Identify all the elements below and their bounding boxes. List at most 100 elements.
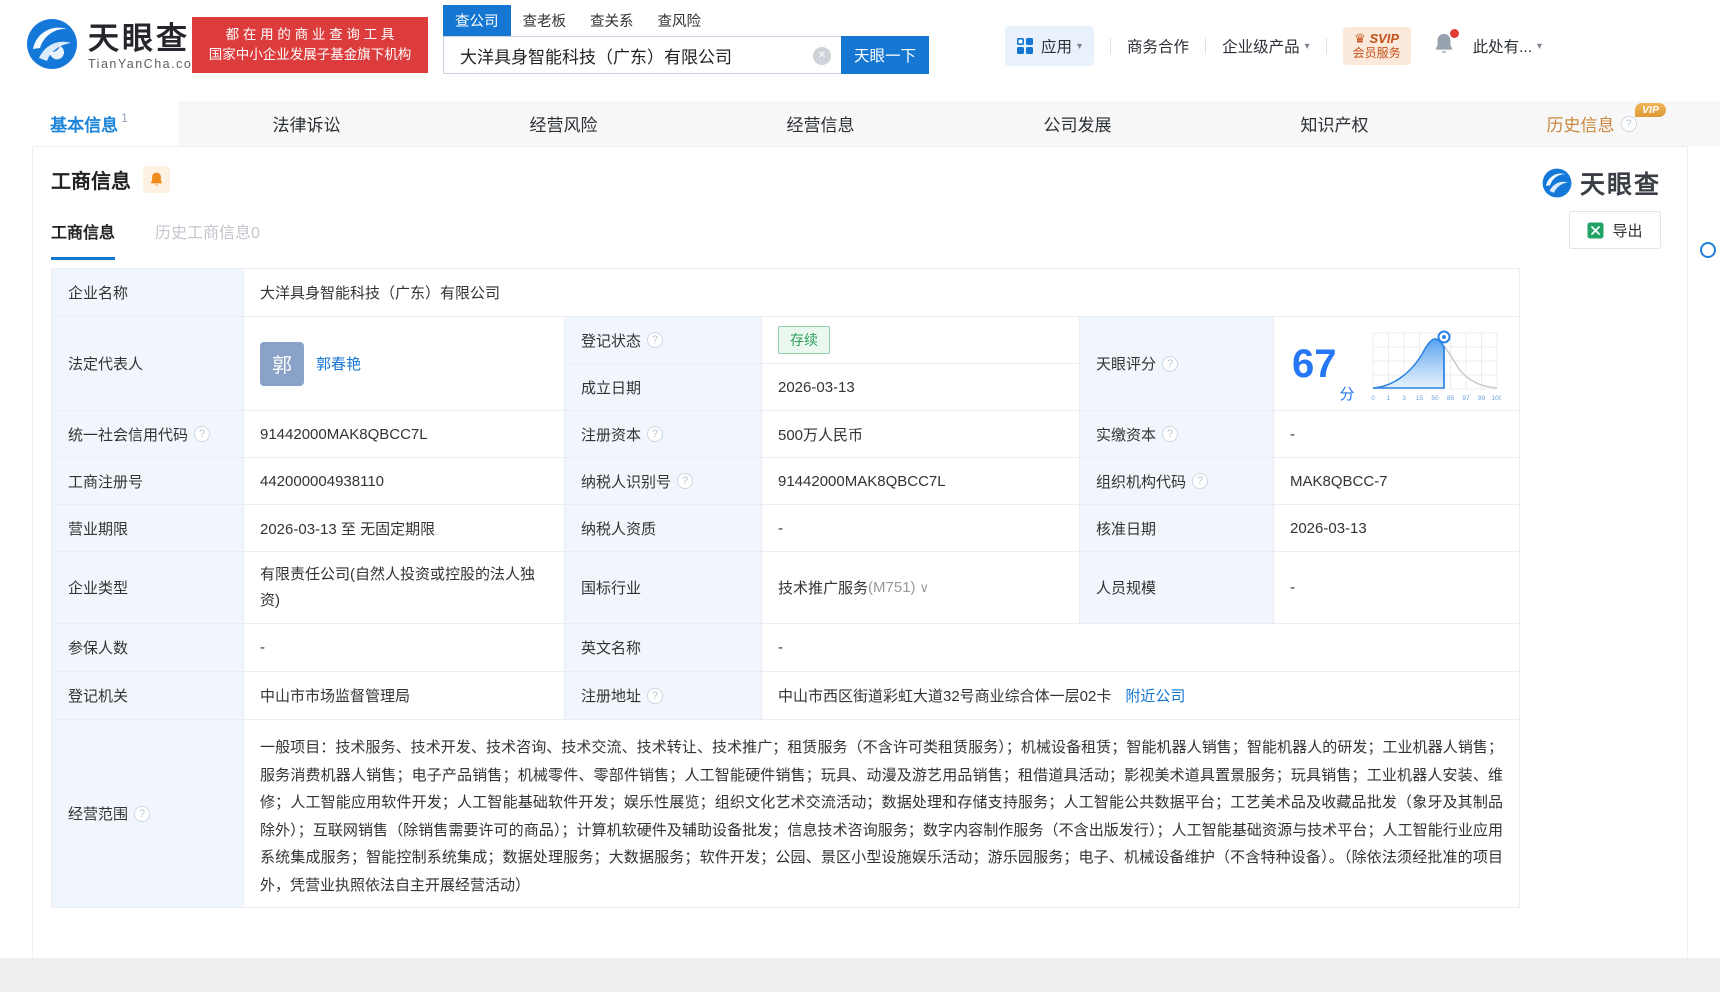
svip-member-button[interactable]: SVIP 会员服务 bbox=[1342, 27, 1411, 65]
search-area: 查公司 查老板 查关系 查风险 天眼一下 bbox=[443, 5, 929, 74]
tab-basic-info[interactable]: 基本信息 1 bbox=[0, 101, 178, 146]
notification-bell-button[interactable] bbox=[1433, 28, 1459, 61]
tab-label: 基本信息 bbox=[50, 116, 119, 135]
apps-label: 应用 bbox=[1041, 39, 1073, 56]
subtab-business-info[interactable]: 工商信息 bbox=[51, 219, 116, 260]
subtabs: 工商信息 历史工商信息0 bbox=[51, 219, 300, 260]
chevron-down-icon[interactable] bbox=[920, 580, 930, 596]
tab-company-development[interactable]: 公司发展 bbox=[949, 101, 1206, 146]
tab-count-badge: 1 bbox=[121, 110, 128, 125]
svg-text:50: 50 bbox=[1431, 395, 1439, 402]
tab-operation-risk[interactable]: 经营风险 bbox=[435, 101, 692, 146]
floating-widget-button[interactable] bbox=[1700, 242, 1716, 258]
legal-rep-label: 法定代表人 bbox=[52, 317, 244, 411]
biz-scope-value: 一般项目：技术服务、技术开发、技术咨询、技术交流、技术转让、技术推广；租赁服务（… bbox=[244, 720, 1520, 908]
brand-logo[interactable]: 天眼查 TianYanCha.com bbox=[26, 18, 204, 75]
search-tab-boss[interactable]: 查老板 bbox=[511, 5, 579, 36]
tianyancha-logo-icon bbox=[26, 18, 78, 75]
divider bbox=[1325, 38, 1327, 54]
help-icon[interactable] bbox=[647, 426, 664, 442]
score-value: 67 分 0 1 3 15 50 85 97 99 10 bbox=[1274, 317, 1520, 411]
tab-legal-proceedings[interactable]: 法律诉讼 bbox=[178, 101, 435, 146]
business-info-table: 企业名称 大洋具身智能科技（广东）有限公司 法定代表人 郭 郭春艳 登记状态 存… bbox=[51, 268, 1520, 908]
chevron-down-icon bbox=[1077, 41, 1082, 52]
est-date-value: 2026-03-13 bbox=[762, 364, 1080, 411]
biz-scope-label: 经营范围 bbox=[52, 720, 244, 908]
company-type-value: 有限责任公司(自然人投资或控股的法人独资) bbox=[244, 552, 565, 624]
slogan-line2: 国家中小企业发展子基金旗下机构 bbox=[208, 47, 412, 62]
business-term-label: 营业期限 bbox=[52, 505, 244, 552]
nearby-companies-link[interactable]: 附近公司 bbox=[1125, 685, 1185, 706]
chevron-down-icon bbox=[1305, 41, 1310, 52]
help-icon[interactable] bbox=[194, 426, 211, 442]
header-right-nav: 应用 商务合作 企业级产品 SVIP 会员服务 此处有... bbox=[1005, 26, 1542, 66]
enterprise-products-link[interactable]: 企业级产品 bbox=[1222, 35, 1300, 57]
help-icon[interactable] bbox=[647, 687, 664, 704]
help-icon[interactable] bbox=[134, 805, 151, 822]
search-tab-risk[interactable]: 查风险 bbox=[646, 5, 714, 36]
legal-rep-avatar[interactable]: 郭 bbox=[260, 341, 304, 386]
help-icon[interactable] bbox=[647, 332, 664, 348]
tab-label: 公司发展 bbox=[1043, 116, 1112, 135]
svg-text:100: 100 bbox=[1491, 395, 1500, 402]
svg-text:0: 0 bbox=[1371, 395, 1375, 402]
tab-label: 法律诉讼 bbox=[272, 116, 341, 135]
tab-label: 经营风险 bbox=[529, 116, 598, 135]
staff-size-value: - bbox=[1274, 552, 1520, 624]
help-icon[interactable] bbox=[1192, 473, 1209, 489]
approval-date-value: 2026-03-13 bbox=[1274, 505, 1520, 552]
chevron-down-icon bbox=[1537, 41, 1542, 52]
excel-export-icon bbox=[1587, 222, 1604, 238]
user-menu[interactable]: 此处有... bbox=[1473, 35, 1542, 57]
top-bar: 天眼查 TianYanCha.com 都 在 用 的 商 业 查 询 工 具 国… bbox=[0, 0, 1720, 92]
credit-code-value: 91442000MAK8QBCC7L bbox=[244, 411, 565, 458]
reg-status-label: 登记状态 bbox=[565, 317, 762, 364]
svg-text:1: 1 bbox=[1386, 395, 1390, 402]
tab-intellectual-property[interactable]: 知识产权 bbox=[1206, 101, 1463, 146]
apps-menu[interactable]: 应用 bbox=[1005, 26, 1095, 66]
notification-dot bbox=[1449, 28, 1459, 38]
search-box bbox=[443, 36, 841, 74]
svg-text:99: 99 bbox=[1477, 395, 1485, 402]
search-button[interactable]: 天眼一下 bbox=[841, 36, 929, 74]
help-icon[interactable] bbox=[1620, 115, 1637, 132]
tianyancha-logo-icon bbox=[1542, 168, 1572, 198]
svip-label: SVIP bbox=[1353, 31, 1401, 46]
org-code-label: 组织机构代码 bbox=[1080, 458, 1274, 505]
search-tabs: 查公司 查老板 查关系 查风险 bbox=[443, 5, 929, 36]
reg-number-label: 工商注册号 bbox=[52, 458, 244, 505]
reg-authority-value: 中山市市场监督管理局 bbox=[244, 672, 565, 720]
export-button[interactable]: 导出 bbox=[1569, 211, 1661, 249]
tab-label: 历史信息 bbox=[1546, 116, 1615, 135]
tab-operation-info[interactable]: 经营信息 bbox=[692, 101, 949, 146]
help-icon[interactable] bbox=[1162, 426, 1179, 442]
reg-status-value: 存续 bbox=[762, 317, 1080, 364]
divider bbox=[1205, 38, 1207, 54]
taxpayer-id-label: 纳税人识别号 bbox=[565, 458, 762, 505]
subtab-history-business-info[interactable]: 历史工商信息0 bbox=[155, 219, 260, 260]
tab-history-info[interactable]: VIP 历史信息 bbox=[1463, 101, 1720, 146]
business-cooperation-link[interactable]: 商务合作 bbox=[1127, 35, 1189, 57]
legal-rep-name-link[interactable]: 郭春艳 bbox=[316, 353, 361, 374]
svg-text:85: 85 bbox=[1446, 395, 1454, 402]
search-input[interactable] bbox=[458, 44, 812, 66]
svg-text:15: 15 bbox=[1415, 395, 1423, 402]
company-section-tabs: 基本信息 1 法律诉讼 经营风险 经营信息 公司发展 知识产权 VIP 历史信息 bbox=[0, 101, 1720, 146]
search-tab-company[interactable]: 查公司 bbox=[443, 5, 511, 36]
industry-value: 技术推广服务 (M751) bbox=[762, 552, 1080, 624]
legal-rep-value: 郭 郭春艳 bbox=[244, 317, 565, 411]
help-icon[interactable] bbox=[677, 473, 694, 489]
help-icon[interactable] bbox=[1162, 355, 1179, 372]
monitor-bell-button[interactable] bbox=[143, 166, 170, 193]
reg-capital-label: 注册资本 bbox=[565, 411, 762, 458]
score-unit: 分 bbox=[1339, 386, 1355, 403]
search-tab-relation[interactable]: 查关系 bbox=[578, 5, 646, 36]
vip-badge: VIP bbox=[1635, 103, 1666, 117]
clear-icon[interactable] bbox=[813, 47, 831, 65]
company-name-label: 企业名称 bbox=[52, 269, 244, 317]
paid-capital-label: 实缴资本 bbox=[1080, 411, 1274, 458]
taxpayer-quality-label: 纳税人资质 bbox=[565, 505, 762, 552]
company-type-label: 企业类型 bbox=[52, 552, 244, 624]
score-number: 67 bbox=[1292, 341, 1337, 386]
reg-address-label: 注册地址 bbox=[565, 672, 762, 720]
